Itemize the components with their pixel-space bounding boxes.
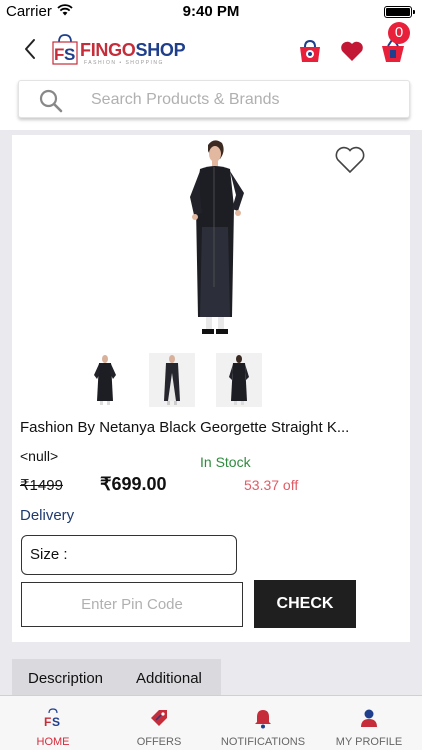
logo-tagline: FASHION • SHOPPING bbox=[84, 60, 164, 66]
svg-text:S: S bbox=[52, 715, 60, 729]
size-label: Size : bbox=[30, 546, 68, 563]
tab-notifications[interactable]: NOTIFICATIONS bbox=[210, 696, 316, 750]
original-price: ₹1499 bbox=[20, 477, 63, 494]
product-info-tabs: Description Additional bbox=[12, 659, 221, 699]
fs-logo-icon: F S bbox=[44, 708, 60, 729]
product-title: Fashion By Netanya Black Georgette Strai… bbox=[20, 419, 350, 436]
discount-label: 53.37 off bbox=[244, 477, 299, 493]
offer-tag-icon bbox=[151, 710, 167, 726]
user-icon bbox=[361, 709, 377, 727]
wishlist-heart-icon[interactable] bbox=[340, 40, 364, 62]
search-input[interactable] bbox=[91, 87, 391, 113]
logo-shop: SHOP bbox=[135, 40, 186, 60]
search-icon bbox=[39, 89, 63, 113]
check-button[interactable]: CHECK bbox=[254, 580, 356, 628]
battery-icon bbox=[384, 6, 415, 18]
bell-icon bbox=[255, 710, 271, 729]
logo-bag-icon: F S bbox=[52, 34, 78, 65]
status-time: 9:40 PM bbox=[182, 3, 240, 20]
tab-offers-label: OFFERS bbox=[136, 736, 182, 748]
svg-text:S: S bbox=[64, 45, 75, 64]
fingoshop-logo: F S FINGOSHOP FASHION • SHOPPING bbox=[50, 30, 192, 68]
status-bar: Carrier 9:40 PM bbox=[0, 0, 422, 24]
delivery-label: Delivery bbox=[20, 507, 75, 524]
product-thumbnail-3[interactable] bbox=[216, 353, 262, 407]
product-card: Fashion By Netanya Black Georgette Strai… bbox=[12, 135, 410, 642]
wishlist-outline-heart-icon[interactable] bbox=[334, 145, 366, 175]
product-brand: <null> bbox=[20, 448, 59, 464]
tab-additional[interactable]: Additional bbox=[136, 670, 202, 687]
tab-home[interactable]: F S HOME bbox=[17, 696, 89, 750]
tab-my-profile-label: MY PROFILE bbox=[335, 736, 403, 748]
pincode-input[interactable] bbox=[21, 582, 243, 627]
product-thumbnail-1[interactable] bbox=[82, 353, 128, 407]
bottom-tab-bar: F S HOME OFFERS NOTIFICATIONS MY PROFILE bbox=[0, 695, 422, 750]
tab-home-label: HOME bbox=[36, 736, 70, 748]
sale-price: ₹699.00 bbox=[100, 474, 167, 494]
svg-text:F: F bbox=[44, 715, 51, 729]
app-header: F S FINGOSHOP FASHION • SHOPPING 0 bbox=[0, 22, 422, 74]
logo-fingo: FINGO bbox=[80, 40, 136, 60]
size-selector[interactable]: Size : bbox=[21, 535, 237, 575]
tab-notifications-label: NOTIFICATIONS bbox=[220, 736, 306, 748]
tab-description[interactable]: Description bbox=[28, 670, 103, 687]
product-thumbnail-2[interactable] bbox=[149, 353, 195, 407]
tab-my-profile[interactable]: MY PROFILE bbox=[326, 696, 412, 750]
search-bar-container bbox=[0, 74, 422, 130]
cart-count-badge: 0 bbox=[388, 22, 410, 44]
svg-text:F: F bbox=[54, 45, 64, 64]
stock-status: In Stock bbox=[200, 454, 251, 470]
shopping-bag-icon[interactable] bbox=[297, 38, 323, 64]
logo-wordmark: FINGOSHOP bbox=[80, 40, 186, 61]
search-box[interactable] bbox=[18, 80, 410, 118]
tab-offers[interactable]: OFFERS bbox=[120, 696, 198, 750]
back-arrow-icon[interactable] bbox=[20, 36, 42, 62]
product-main-image[interactable] bbox=[156, 137, 276, 337]
